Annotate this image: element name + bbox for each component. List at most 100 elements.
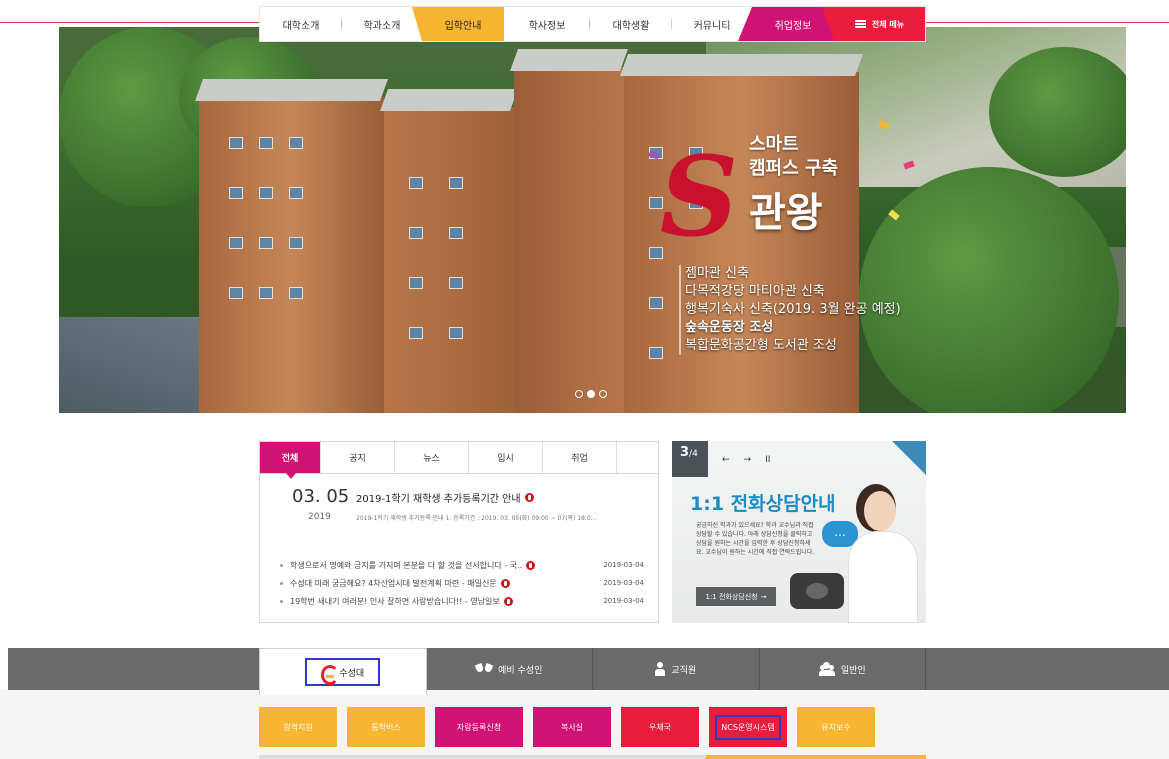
building-window [289, 287, 303, 299]
list-item[interactable]: 수성대 미래 궁금해요? 4차산업시대 발전계획 마련 - 매일신문 2019-… [280, 574, 650, 592]
building-window [259, 187, 273, 199]
banner-description: 궁금하신 학과가 있으세요? 학과 교수님과 직접 상담할 수 있습니다. 아래… [696, 522, 815, 556]
building-window [289, 187, 303, 199]
building-window [259, 137, 273, 149]
slider-dot-active[interactable] [587, 390, 595, 398]
featured-title: 2019-1학기 재학생 추가등록기간 안내 [356, 494, 521, 505]
gnb-item-about[interactable]: 대학소개 [260, 7, 342, 41]
hero-parking-lot [59, 317, 219, 413]
slogan-line-1: 스마트 [749, 134, 799, 155]
consultant-body [848, 531, 918, 623]
consultant-head [864, 491, 896, 531]
list-item-date: 2019-03-04 [603, 579, 644, 587]
tab-all[interactable]: 전체 [260, 442, 321, 479]
building-window [649, 297, 663, 309]
gnb-item-departments[interactable]: 학과소개 [342, 7, 422, 41]
building-window [409, 177, 423, 189]
quick-link-registration[interactable]: 자랑등록신청 [435, 707, 523, 747]
hero-project-list: 젬마관 신축 다목적강당 마티아관 신축 행복기숙사 신축(2019. 3월 완… [679, 265, 901, 355]
hero-list-item: 숲속운동장 조성 [685, 320, 774, 335]
consult-apply-label: 1:1 전화상담신청 [705, 592, 758, 601]
bottom-strip [259, 755, 926, 759]
hamburger-icon [854, 20, 866, 28]
gnb-item-campus-life[interactable]: 대학생활 [590, 7, 672, 41]
building-window [259, 287, 273, 299]
new-icon [524, 493, 534, 502]
building-window [449, 227, 463, 239]
consult-apply-button[interactable]: 1:1 전화상담신청 → [696, 587, 776, 606]
quick-link-shuttle-bus[interactable]: 통학버스 [347, 707, 425, 747]
quick-link-ncs-system[interactable]: NCS운영시스템 [709, 707, 787, 747]
slider-pagination [575, 390, 607, 398]
slogan-line-3: 관왕 [749, 190, 823, 236]
news-board: 전체 공지 뉴스 입시 취업 03. 05 2019 2019-1학기 재학생 … [259, 441, 659, 623]
tab-employment[interactable]: 취업 [543, 442, 617, 473]
tab-public[interactable]: 일반인 [760, 648, 926, 690]
quick-link-post-office[interactable]: 우체국 [621, 707, 699, 747]
tab-news[interactable]: 뉴스 [395, 442, 469, 473]
tab-suseong[interactable]: 수성대 [259, 648, 427, 695]
new-icon [503, 596, 513, 606]
hero-building-roof [379, 89, 519, 111]
gnb-item-academic[interactable]: 학사정보 [504, 7, 590, 41]
hero-building-roof [619, 54, 864, 76]
quick-menu-tabs: 수성대 예비 수성인 교직원 일반인 [259, 648, 926, 695]
suseong-logo-icon [321, 665, 340, 685]
slider-dot[interactable] [599, 390, 607, 398]
quick-link-maintenance[interactable]: 유지보수 [797, 707, 875, 747]
arrow-right-icon: → [760, 592, 767, 601]
quick-link-remote-support[interactable]: 원격지원 [259, 707, 337, 747]
hero-list-item: 젬마관 신축 [685, 266, 749, 281]
person-icon [655, 662, 666, 676]
tab-prospective[interactable]: 예비 수성인 [427, 648, 593, 690]
hero-list-item: 다목적강당 마티아관 신축 [685, 284, 825, 299]
list-item[interactable]: 19학번 새내기 여러분! 인사 잘하면 사랑받습니다!! - 영남일보 201… [280, 592, 650, 610]
gnb-item-admission[interactable]: 입학안내 [412, 7, 504, 41]
consultant-illustration [848, 491, 918, 623]
hero-list-item: 복합문화공간형 도서관 조성 [685, 338, 837, 353]
news-tabs: 전체 공지 뉴스 입시 취업 [260, 442, 658, 479]
list-item-date: 2019-03-04 [603, 561, 644, 569]
hero-building-roof [509, 49, 629, 71]
building-window [289, 137, 303, 149]
tab-suseong-label: 수성대 [339, 668, 365, 679]
hero-building-right-side [509, 49, 629, 413]
hero-building-left-side [379, 89, 519, 413]
building-window [449, 327, 463, 339]
bullet-icon [280, 581, 283, 585]
new-icon [500, 578, 510, 588]
quick-link-copy-room[interactable]: 복사실 [533, 707, 611, 747]
building-window [229, 237, 243, 249]
tab-staff[interactable]: 교직원 [593, 648, 760, 690]
people-icon [818, 662, 835, 676]
bullet-icon [280, 599, 283, 603]
hero-list-item: 행복기숙사 신축(2019. 3월 완공 예정) [685, 302, 901, 317]
hero-slogan: S 스마트 캠퍼스 구축 관왕 [648, 119, 929, 262]
new-icon [526, 560, 536, 570]
building-window [409, 227, 423, 239]
slider-dot[interactable] [575, 390, 583, 398]
featured-date: 03. 05 [292, 486, 350, 507]
banner-page-total: 4 [692, 449, 698, 459]
tab-staff-label: 교직원 [671, 665, 697, 676]
all-menu-label: 전체 메뉴 [871, 19, 905, 29]
featured-year: 2019 [308, 512, 331, 522]
news-list: 학생으로서 명예와 긍지를 가지며 본분을 다 할 것을 선서합니다 - 국..… [280, 556, 650, 610]
building-window [449, 177, 463, 189]
banner-prev-button[interactable]: ← [722, 455, 730, 465]
tab-notice[interactable]: 공지 [321, 442, 395, 473]
banner-next-button[interactable]: → [744, 455, 752, 465]
bullet-icon [280, 563, 283, 567]
list-item[interactable]: 학생으로서 명예와 긍지를 가지며 본분을 다 할 것을 선서합니다 - 국..… [280, 556, 650, 574]
global-nav: 대학소개 학과소개 입학안내 학사정보 대학생활 커뮤니티 취업정보 전체 메뉴 [259, 6, 926, 42]
all-menu-button[interactable]: 전체 메뉴 [822, 7, 925, 41]
building-window [409, 327, 423, 339]
tab-admission[interactable]: 입시 [469, 442, 543, 473]
hero-slider: S 스마트 캠퍼스 구축 관왕 젬마관 신축 다목적강당 마티아관 신축 행복기… [59, 27, 1126, 413]
list-item-title: 학생으로서 명예와 긍지를 가지며 본분을 다 할 것을 선서합니다 - 국.. [290, 560, 523, 570]
featured-description: 2019-1학기 재학생 추가등록 안내 1. 등록기간 : 2019. 03.… [356, 515, 597, 522]
banner-pause-button[interactable]: II [765, 455, 770, 465]
building-window [229, 287, 243, 299]
consult-banner: 3/4 ← → II 1:1 전화상담안내 궁금하신 학과가 있으세요? 학과 … [672, 441, 926, 623]
featured-title-link[interactable]: 2019-1학기 재학생 추가등록기간 안내 [356, 490, 534, 505]
